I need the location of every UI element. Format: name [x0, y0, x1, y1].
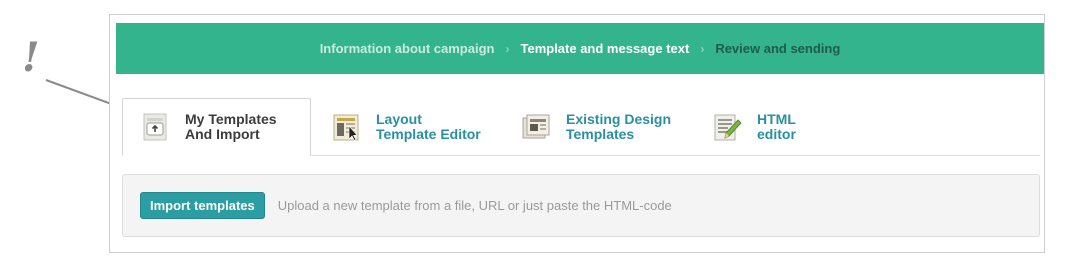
- import-templates-button[interactable]: Import templates: [140, 192, 265, 219]
- step-review-sending[interactable]: Review and sending: [715, 41, 840, 56]
- tab-label-line1: HTML: [757, 111, 796, 127]
- tab-label-line1: Layout: [376, 111, 422, 127]
- tab-layout-editor[interactable]: Layout Template Editor: [332, 98, 481, 156]
- wizard-steps-bar: Information about campaign › Template an…: [116, 23, 1044, 74]
- tab-label-line1: Existing Design: [566, 111, 672, 127]
- tab-label-line1: My Templates: [185, 111, 277, 127]
- tab-label-line2: Templates: [566, 126, 635, 142]
- step-separator-icon: ›: [700, 41, 705, 56]
- upload-template-icon: [143, 113, 167, 141]
- step-template-text[interactable]: Template and message text: [520, 41, 689, 56]
- tab-label-line2: Template Editor: [376, 126, 481, 142]
- import-panel: Import templates Upload a new template f…: [122, 174, 1040, 237]
- design-templates-icon: [522, 114, 550, 139]
- campaign-wizard-frame: Information about campaign › Template an…: [109, 14, 1045, 253]
- tab-existing-design-templates[interactable]: Existing Design Templates: [522, 98, 671, 156]
- tab-label-line2: editor: [757, 126, 796, 142]
- step-campaign-info[interactable]: Information about campaign: [320, 41, 495, 56]
- annotation-exclamation-mark: !: [22, 34, 40, 81]
- tab-html-editor[interactable]: HTML editor: [713, 98, 796, 156]
- step-separator-icon: ›: [505, 41, 510, 56]
- tab-label-line2: And Import: [185, 126, 260, 142]
- tab-my-templates[interactable]: My Templates And Import: [122, 98, 311, 156]
- html-editor-icon: [714, 114, 742, 141]
- layout-editor-icon: [333, 114, 359, 141]
- import-hint-text: Upload a new template from a file, URL o…: [277, 198, 672, 213]
